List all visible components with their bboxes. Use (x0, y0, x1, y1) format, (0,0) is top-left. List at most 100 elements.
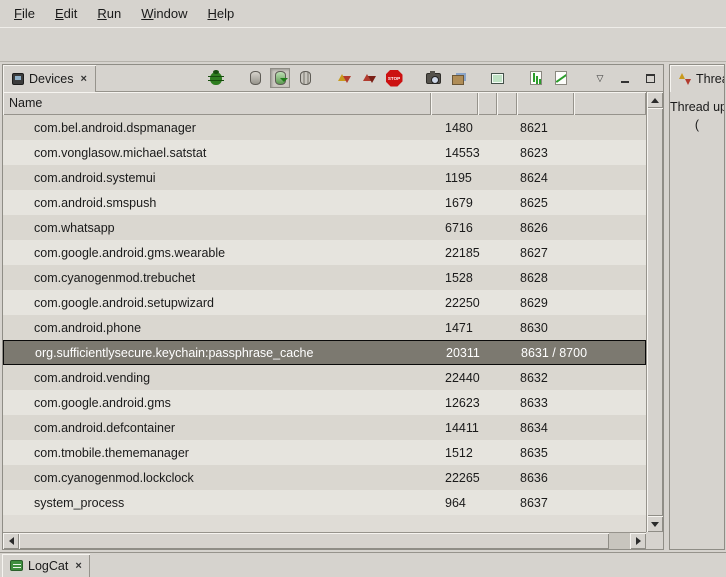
process-pid: 22440 (431, 371, 478, 385)
threads-arrows-icon (338, 72, 351, 85)
process-port: 8634 (517, 421, 574, 435)
threads-view: Threads Thread up ( (669, 64, 725, 550)
tab-logcat-close-icon[interactable]: × (73, 560, 81, 572)
process-port: 8630 (517, 321, 574, 335)
table-row[interactable]: com.android.systemui 1195 8624 (3, 165, 646, 190)
scroll-down-button[interactable] (647, 516, 663, 532)
view-menu-icon[interactable]: ▽ (590, 68, 610, 88)
devices-tabbar: Devices × STOP ▽ (3, 65, 663, 92)
tab-logcat-label: LogCat (28, 559, 68, 573)
table-row[interactable]: com.vonglasow.michael.satstat 14553 8623 (3, 140, 646, 165)
process-port: 8623 (517, 146, 574, 160)
process-port: 8621 (517, 121, 574, 135)
table-row[interactable]: system_process 964 8637 (3, 490, 646, 515)
stop-sign-icon: STOP (386, 70, 403, 87)
tab-logcat[interactable]: LogCat × (2, 554, 90, 577)
process-port: 8627 (517, 246, 574, 260)
maximize-glyph-icon (646, 74, 655, 83)
table-row[interactable]: com.cyanogenmod.lockclock 22265 8636 (3, 465, 646, 490)
column-header-3[interactable] (478, 92, 497, 115)
process-name: com.bel.android.dspmanager (3, 121, 431, 135)
vertical-scrollbar[interactable] (646, 92, 663, 532)
menu-file[interactable]: File (4, 2, 45, 25)
update-heap-icon[interactable] (245, 68, 265, 88)
scroll-left-button[interactable] (3, 533, 19, 549)
minimize-icon[interactable] (615, 68, 635, 88)
table-row[interactable]: com.google.android.gms 12623 8633 (3, 390, 646, 415)
threads-tab-icon (679, 73, 691, 85)
column-header-name[interactable]: Name (3, 92, 431, 115)
table-row[interactable]: com.android.vending 22440 8632 (3, 365, 646, 390)
column-header-4[interactable] (497, 92, 517, 115)
cause-gc-icon[interactable] (295, 68, 315, 88)
process-name: com.android.defcontainer (3, 421, 431, 435)
table-row[interactable]: com.android.smspush 1679 8625 (3, 190, 646, 215)
table-row[interactable]: com.google.android.setupwizard 22250 862… (3, 290, 646, 315)
tab-devices-close-icon[interactable]: × (78, 73, 86, 85)
capture-all-icon[interactable] (448, 68, 468, 88)
tab-devices[interactable]: Devices × (3, 65, 96, 92)
sysinfo-line-icon[interactable] (551, 68, 571, 88)
process-table-header: Name (3, 92, 646, 115)
horizontal-scrollbar[interactable] (3, 532, 646, 549)
stop-process-icon[interactable]: STOP (384, 68, 404, 88)
start-method-profiling-icon[interactable] (359, 68, 379, 88)
process-port: 8631 / 8700 (518, 346, 575, 360)
menu-help[interactable]: Help (197, 2, 244, 25)
tab-devices-label: Devices (29, 72, 73, 86)
scroll-up-button[interactable] (647, 92, 663, 108)
dump-hprof-icon[interactable] (270, 68, 290, 88)
process-pid: 22250 (431, 296, 478, 310)
gc-trash-icon (300, 71, 311, 85)
horizontal-scroll-thumb[interactable] (19, 533, 609, 549)
threads-message-line2: ( (670, 116, 724, 134)
process-port: 8624 (517, 171, 574, 185)
main-toolbar-strip (0, 27, 726, 62)
process-name: com.google.android.gms (3, 396, 431, 410)
process-table-body: com.bel.android.dspmanager 1480 8621 com… (3, 115, 646, 532)
scrollbar-corner (646, 532, 663, 549)
table-row[interactable]: org.sufficientlysecure.keychain:passphra… (3, 340, 646, 365)
devices-toolbar: STOP ▽ (206, 65, 663, 91)
threads-message: Thread up ( (670, 92, 724, 134)
process-name: com.android.vending (3, 371, 431, 385)
maximize-icon[interactable] (640, 68, 660, 88)
process-port: 8636 (517, 471, 574, 485)
process-name: system_process (3, 496, 431, 510)
debug-process-icon[interactable] (206, 68, 226, 88)
process-name: com.google.android.gms.wearable (3, 246, 431, 260)
tab-threads[interactable]: Threads (670, 65, 725, 92)
process-pid: 1512 (431, 446, 478, 460)
menu-run[interactable]: Run (87, 2, 131, 25)
table-row[interactable]: com.tmobile.thememanager 1512 8635 (3, 440, 646, 465)
view-hierarchy-icon[interactable] (487, 68, 507, 88)
update-threads-icon[interactable] (334, 68, 354, 88)
screenshot-icon[interactable] (423, 68, 443, 88)
table-row[interactable]: com.bel.android.dspmanager 1480 8621 (3, 115, 646, 140)
vertical-scroll-thumb[interactable] (647, 108, 663, 516)
scroll-right-button[interactable] (630, 533, 646, 549)
table-row[interactable]: com.google.android.gms.wearable 22185 86… (3, 240, 646, 265)
menu-edit[interactable]: Edit (45, 2, 87, 25)
hprof-cylinder-icon (275, 71, 286, 85)
column-header-pid[interactable] (431, 92, 478, 115)
table-row[interactable]: com.whatsapp 6716 8626 (3, 215, 646, 240)
table-row[interactable]: com.cyanogenmod.trebuchet 1528 8628 (3, 265, 646, 290)
menu-window[interactable]: Window (131, 2, 197, 25)
process-port: 8635 (517, 446, 574, 460)
table-row[interactable]: com.android.phone 1471 8630 (3, 315, 646, 340)
table-row[interactable]: com.android.defcontainer 14411 8634 (3, 415, 646, 440)
process-port: 8625 (517, 196, 574, 210)
horizontal-scroll-track[interactable] (609, 533, 630, 549)
multi-screen-icon (452, 75, 464, 85)
column-header-port[interactable] (517, 92, 574, 115)
sysinfo-bars-icon[interactable] (526, 68, 546, 88)
process-port: 8629 (517, 296, 574, 310)
triangle-down-icon (651, 522, 659, 527)
bug-icon (210, 72, 222, 85)
devices-view: Devices × STOP ▽ Nam (2, 64, 664, 550)
process-pid: 14553 (431, 146, 478, 160)
triangle-up-icon (651, 98, 659, 103)
process-pid: 1195 (431, 171, 478, 185)
process-pid: 22185 (431, 246, 478, 260)
